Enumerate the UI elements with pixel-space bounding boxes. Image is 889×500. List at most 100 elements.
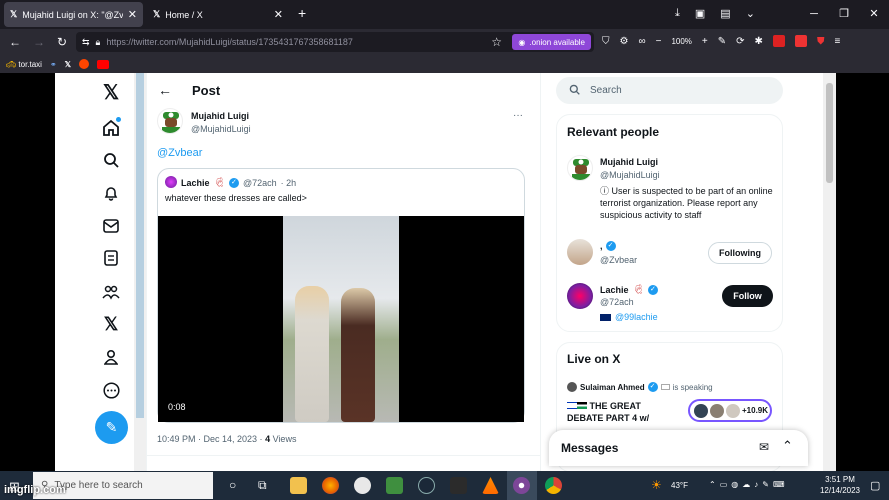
person-name[interactable]: Lachie bbox=[600, 285, 629, 295]
sync-icon[interactable]: ⟳ bbox=[736, 36, 744, 47]
minecraft-icon[interactable] bbox=[386, 477, 403, 494]
lists-icon[interactable] bbox=[97, 244, 125, 272]
author-handle[interactable]: @MujahidLuigi bbox=[191, 124, 251, 134]
onion-available-button[interactable]: ◉ .onion available bbox=[512, 34, 591, 50]
collapse-chevron-icon[interactable]: ⌃ bbox=[782, 438, 793, 454]
post-timestamp[interactable]: 10:49 PM · Dec 14, 2023 · bbox=[157, 434, 265, 444]
task-view-icon[interactable]: ⧉ bbox=[258, 478, 267, 493]
close-tab-icon[interactable]: ✕ bbox=[274, 8, 283, 21]
close-tab-icon[interactable]: ✕ bbox=[128, 8, 137, 21]
new-tab-button[interactable]: + bbox=[298, 5, 306, 21]
clock-date[interactable]: 12/14/2023 bbox=[816, 486, 864, 495]
search-input[interactable]: Search bbox=[556, 77, 783, 104]
person-name[interactable]: Mujahid Luigi bbox=[600, 157, 658, 167]
download-icon[interactable]: ⤓ bbox=[675, 7, 680, 20]
bookmark-youtube-icon[interactable] bbox=[97, 59, 110, 69]
quote-author-name[interactable]: Lachie bbox=[181, 178, 210, 188]
lock-icon[interactable]: 🔒︎ bbox=[96, 37, 101, 48]
extension-icon[interactable]: ✎ bbox=[718, 36, 726, 47]
shield-icon[interactable]: ⛉ bbox=[602, 36, 610, 47]
clock-time[interactable]: 3:51 PM bbox=[818, 475, 862, 484]
host-name[interactable]: Sulaiman Ahmed bbox=[580, 383, 645, 392]
following-button[interactable]: Following bbox=[708, 242, 772, 264]
page-scrollbar[interactable] bbox=[823, 73, 836, 471]
person-handle[interactable]: @Zvbear bbox=[600, 255, 637, 265]
cortana-icon[interactable]: ○ bbox=[229, 478, 236, 492]
host-avatar[interactable] bbox=[567, 382, 577, 392]
person-bio-link[interactable]: @99lachie bbox=[615, 312, 658, 322]
post-text-mention[interactable]: @Zvbear bbox=[157, 147, 202, 159]
new-message-icon[interactable]: ✉︎ bbox=[759, 440, 769, 454]
puzzle-icon[interactable]: ✱ bbox=[755, 36, 763, 47]
gear-icon[interactable]: ⚙ bbox=[620, 36, 629, 47]
menu-icon[interactable]: ≡ bbox=[834, 36, 840, 47]
premium-x-icon[interactable]: 𝕏 bbox=[97, 310, 125, 338]
scrollbar-thumb[interactable] bbox=[136, 73, 144, 418]
zoom-in-icon[interactable]: + bbox=[702, 36, 708, 47]
listeners-pill[interactable]: +10.9K bbox=[688, 399, 772, 422]
file-explorer-icon[interactable] bbox=[290, 477, 307, 494]
avatar-zvbear[interactable] bbox=[567, 239, 593, 265]
extension-shield-red-icon[interactable]: ⛊ bbox=[817, 36, 825, 47]
follow-button[interactable]: Follow bbox=[722, 285, 773, 307]
back-arrow-icon[interactable]: ← bbox=[158, 82, 172, 98]
person-handle[interactable]: @MujahidLuigi bbox=[600, 170, 660, 180]
mail-icon[interactable] bbox=[97, 212, 125, 240]
more-options-icon[interactable]: ··· bbox=[513, 110, 523, 121]
tab-home[interactable]: 𝕏 Home / X ✕ bbox=[147, 2, 289, 27]
collections-icon[interactable]: ▣ bbox=[695, 7, 705, 20]
reload-icon[interactable]: ↻ bbox=[53, 29, 71, 55]
mask-icon[interactable]: ∞ bbox=[638, 36, 645, 47]
author-name[interactable]: Mujahid Luigi bbox=[191, 111, 249, 121]
site-info-icon[interactable]: ⇆ bbox=[82, 37, 90, 48]
messages-drawer[interactable]: Messages ✉︎ ⌃ bbox=[549, 430, 808, 466]
person-handle[interactable]: @72ach bbox=[600, 297, 634, 307]
person-name[interactable]: , bbox=[600, 241, 603, 251]
tor-browser-icon[interactable] bbox=[513, 477, 530, 494]
extension-red-icon[interactable] bbox=[772, 35, 785, 47]
close-window-button[interactable]: ✕ bbox=[859, 0, 889, 29]
space-title[interactable]: THE GREAT DEBATE PART 4 w/ bbox=[567, 400, 679, 424]
chrome-icon[interactable] bbox=[545, 477, 562, 494]
url-bar[interactable]: ⇆ 🔒︎ https://twitter.com/MujahidLuigi/st… bbox=[76, 32, 594, 52]
forward-arrow-icon[interactable]: → bbox=[30, 29, 48, 55]
firefox-icon[interactable] bbox=[322, 477, 339, 494]
bell-icon[interactable] bbox=[97, 179, 125, 207]
app-icon[interactable] bbox=[450, 477, 467, 494]
tab-active[interactable]: 𝕏 Mujahid Luigi on X: "@Zvbear ✕ bbox=[4, 2, 143, 27]
compose-post-button[interactable]: ✎ bbox=[95, 411, 128, 444]
more-circle-icon[interactable] bbox=[97, 376, 125, 404]
avatar-lachie[interactable] bbox=[165, 176, 177, 188]
scrollbar-thumb[interactable] bbox=[826, 83, 833, 183]
tray-icons[interactable]: ⌃▭◍☁♪✎⌨ bbox=[709, 480, 789, 489]
bookmark-x-icon[interactable]: 𝕏 bbox=[65, 60, 71, 69]
extension-abp-icon[interactable] bbox=[794, 35, 807, 47]
bookmark-reddit-icon[interactable] bbox=[79, 59, 90, 69]
minimize-button[interactable]: ─ bbox=[799, 0, 829, 29]
avatar-mujahid-luigi[interactable] bbox=[567, 155, 593, 181]
app-icon[interactable] bbox=[354, 477, 371, 494]
avatar-mujahid-luigi[interactable] bbox=[157, 108, 183, 134]
folder-icon[interactable]: ▤ bbox=[720, 7, 730, 20]
search-icon[interactable] bbox=[97, 146, 125, 174]
steam-icon[interactable] bbox=[418, 477, 435, 494]
zoom-out-icon[interactable]: − bbox=[656, 36, 662, 47]
zoom-level[interactable]: 100% bbox=[671, 37, 691, 46]
bookmark-star-icon[interactable]: ☆ bbox=[491, 35, 502, 49]
list-all-tabs-icon[interactable]: ⌄ bbox=[746, 7, 755, 20]
notification-icon[interactable]: ▢ bbox=[870, 479, 880, 492]
bookmark-tor-taxi[interactable]: 🚕︎ tor.taxi bbox=[6, 60, 42, 69]
profile-icon[interactable] bbox=[97, 343, 125, 371]
home-icon[interactable] bbox=[97, 114, 125, 142]
quote-author-handle[interactable]: @72ach bbox=[243, 178, 277, 188]
bookmark-link-icon[interactable]: ⚭ bbox=[50, 60, 57, 69]
avatar-lachie[interactable] bbox=[567, 283, 593, 309]
restore-button[interactable]: ❐ bbox=[829, 0, 859, 29]
vlc-icon[interactable] bbox=[482, 477, 499, 494]
x-logo-icon[interactable]: 𝕏 bbox=[97, 78, 125, 106]
temperature[interactable]: 43°F bbox=[671, 481, 688, 490]
communities-icon[interactable] bbox=[97, 278, 125, 306]
video-player[interactable]: 0:08 bbox=[158, 216, 524, 422]
timeline-scrollbar[interactable] bbox=[134, 73, 146, 471]
back-arrow-icon[interactable]: ← bbox=[6, 29, 24, 55]
